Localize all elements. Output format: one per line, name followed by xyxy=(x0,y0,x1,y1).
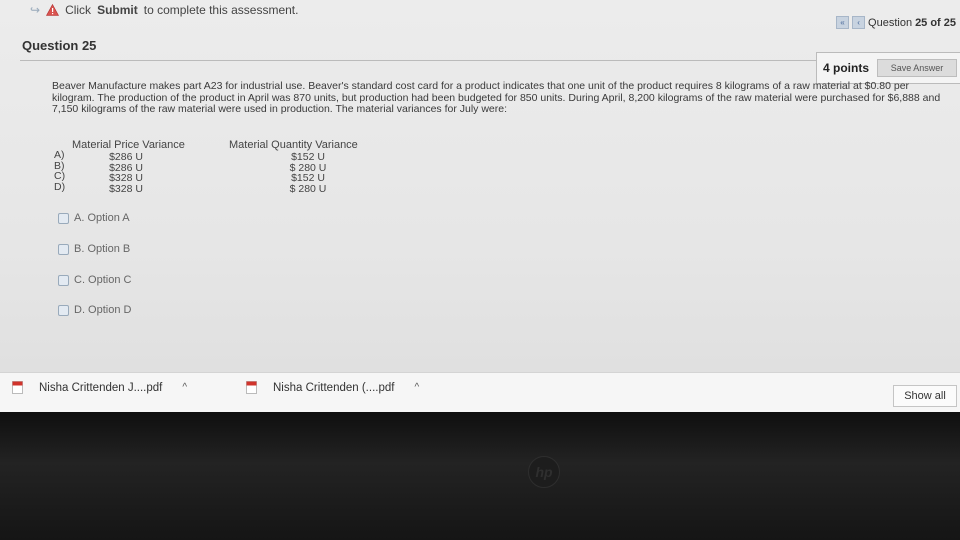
save-answer-button[interactable]: Save Answer xyxy=(877,59,957,77)
option-a[interactable]: A. Option A xyxy=(58,212,130,224)
question-navigation: « ‹ Question 25 of 25 xyxy=(836,16,956,29)
chevron-up-icon[interactable]: ^ xyxy=(182,382,187,393)
question-title: Question 25 xyxy=(22,38,97,53)
question-text: Beaver Manufacture makes part A23 for in… xyxy=(52,80,941,115)
price-variance-values: $286 U $286 U $328 U $328 U xyxy=(100,152,152,194)
download-file-name: Nisha Crittenden J....pdf xyxy=(39,381,163,394)
option-c-radio[interactable] xyxy=(58,274,69,286)
price-variance-header: Material Price Variance xyxy=(72,139,185,151)
price-value: $328 U xyxy=(109,172,143,184)
previous-question-icon[interactable]: ‹ xyxy=(852,16,866,29)
option-d[interactable]: D. Option D xyxy=(58,304,131,316)
option-c-label: C. Option C xyxy=(74,274,132,286)
question-counter-number: 25 xyxy=(915,16,928,29)
row-letter: A) xyxy=(54,149,65,161)
laptop-logo: hp xyxy=(528,456,560,488)
question-counter-label: Question xyxy=(868,16,913,29)
option-a-radio[interactable] xyxy=(58,212,69,224)
option-b-radio[interactable] xyxy=(58,243,69,255)
instruction-suffix: to complete this assessment. xyxy=(143,3,299,17)
price-value: $286 U xyxy=(109,151,143,163)
option-b[interactable]: B. Option B xyxy=(58,243,130,255)
download-file-name: Nisha Crittenden (....pdf xyxy=(273,381,395,394)
row-letter: C) xyxy=(54,170,66,182)
option-d-radio[interactable] xyxy=(58,304,69,316)
quantity-value: $152 U xyxy=(291,172,325,184)
quantity-variance-values: $152 U $ 280 U $152 U $ 280 U xyxy=(278,152,338,194)
warning-icon xyxy=(46,4,60,16)
browser-screen: ↪ Click Submit to complete this assessme… xyxy=(0,0,960,412)
show-all-button[interactable]: Show all xyxy=(893,385,957,407)
option-a-label: A. Option A xyxy=(74,212,130,224)
quantity-value: $152 U xyxy=(291,151,325,163)
pdf-file-icon xyxy=(246,381,257,394)
assessment-instruction: ↪ Click Submit to complete this assessme… xyxy=(30,2,298,18)
first-question-icon[interactable]: « xyxy=(836,16,850,29)
option-c[interactable]: C. Option C xyxy=(58,274,131,286)
option-d-label: D. Option D xyxy=(74,304,132,316)
quantity-variance-header: Material Quantity Variance xyxy=(229,139,358,151)
download-item-1[interactable]: Nisha Crittenden J....pdf ^ xyxy=(12,381,187,394)
download-bar: Nisha Crittenden J....pdf ^ Nisha Critte… xyxy=(0,372,960,412)
question-counter-total: of 25 xyxy=(930,16,956,29)
laptop-bezel xyxy=(0,412,960,540)
quantity-value: $ 280 U xyxy=(289,182,327,195)
redirect-arrow-icon: ↪ xyxy=(30,3,41,17)
title-divider xyxy=(20,60,820,61)
option-b-label: B. Option B xyxy=(74,243,131,255)
pdf-file-icon xyxy=(12,381,23,394)
download-item-2[interactable]: Nisha Crittenden (....pdf ^ xyxy=(246,381,419,394)
row-letters: A) B) C) D) xyxy=(54,150,65,192)
price-value: $328 U xyxy=(109,182,143,195)
chevron-up-icon[interactable]: ^ xyxy=(414,382,419,393)
instruction-submit-word: Submit xyxy=(97,3,138,17)
row-letter: D) xyxy=(54,180,66,193)
points-value: 4 points xyxy=(823,61,870,75)
instruction-prefix: Click xyxy=(65,3,92,17)
